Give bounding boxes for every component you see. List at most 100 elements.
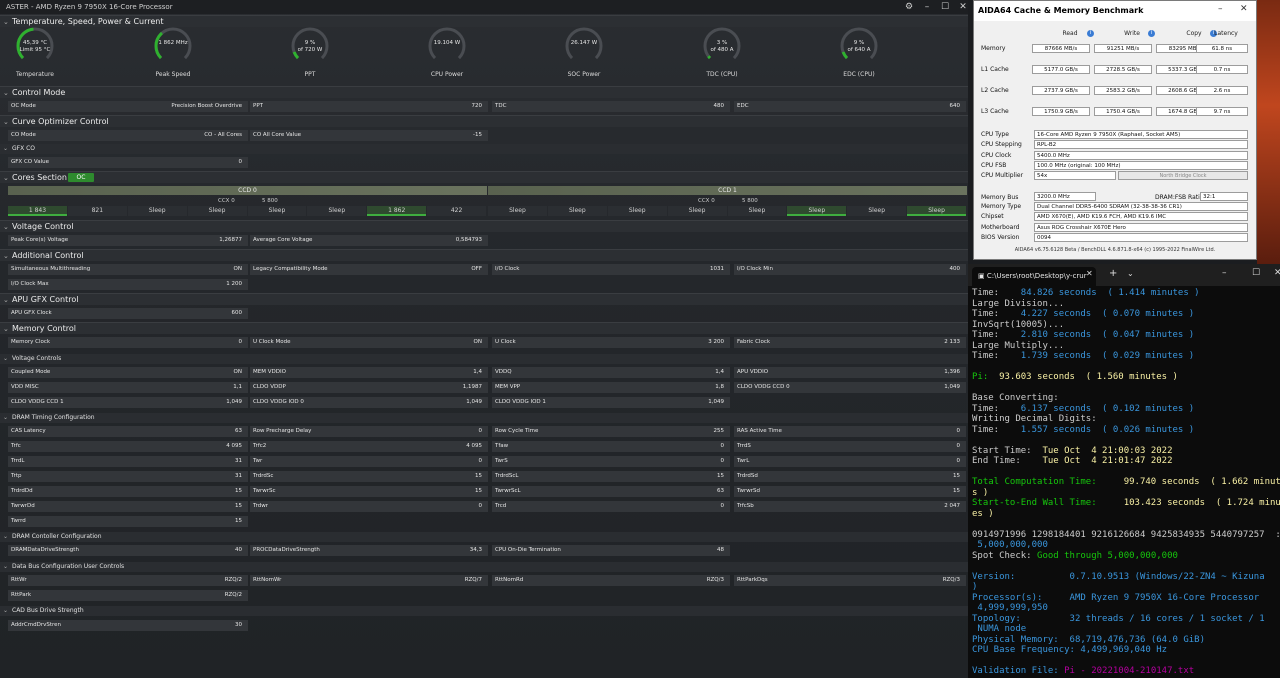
setting-cell[interactable]: RttNomRd RZQ/3 (492, 575, 730, 586)
terminal-tab[interactable]: ▣ C:\Users\root\Desktop\y-crur (972, 267, 1096, 286)
setting-cell[interactable]: Row Precharge Delay 0 (250, 426, 488, 437)
setting-value[interactable]: 2 133 (944, 337, 960, 348)
setting-cell[interactable]: TwrwrSc 15 (250, 486, 488, 497)
setting-value[interactable]: 15 (717, 471, 724, 482)
setting-cell[interactable]: RttNomWr RZQ/7 (250, 575, 488, 586)
setting-cell[interactable]: PROCDataDriveStrength 34,3 (250, 545, 488, 556)
setting-value[interactable]: 0 (721, 441, 725, 452)
setting-value[interactable]: 0 (721, 456, 725, 467)
setting-cell[interactable]: TDC 480 (492, 101, 730, 112)
setting-cell[interactable]: U Clock Mode ON (250, 337, 488, 348)
setting-value[interactable]: 15 (235, 501, 242, 512)
setting-cell[interactable]: Coupled Mode ON (8, 367, 248, 378)
setting-cell[interactable]: RttWr RZQ/2 (8, 575, 248, 586)
setting-value[interactable]: 600 (232, 308, 243, 319)
section-curve-optimizer[interactable]: ⌄ Curve Optimizer Control (0, 115, 968, 127)
setting-value[interactable]: ON (474, 337, 482, 348)
section-voltage-control[interactable]: ⌄ Voltage Control (0, 220, 968, 232)
setting-value[interactable]: 1,049 (466, 397, 482, 408)
setting-cell[interactable]: TrdrdScL 15 (492, 471, 730, 482)
setting-cell[interactable]: TrdrdSc 15 (250, 471, 488, 482)
setting-cell[interactable]: CPU On-Die Termination 48 (492, 545, 730, 556)
setting-cell[interactable]: Peak Core(s) Voltage 1,26877 (8, 235, 248, 246)
section-temperature[interactable]: ⌄ Temperature, Speed, Power & Current (0, 15, 968, 27)
close-button[interactable]: ✕ (1240, 4, 1248, 14)
setting-cell[interactable]: CLDO VDDP 1,1987 (250, 382, 488, 393)
setting-value[interactable]: -15 (473, 130, 482, 141)
setting-cell[interactable]: U Clock 3 200 (492, 337, 730, 348)
setting-cell[interactable]: TwrwrDd 15 (8, 501, 248, 512)
close-button[interactable]: ✕ (954, 0, 968, 14)
ccd-header[interactable]: CCD 0 (8, 186, 487, 195)
setting-cell[interactable]: RAS Active Time 0 (734, 426, 966, 437)
setting-cell[interactable]: RttParkDqs RZQ/3 (734, 575, 966, 586)
setting-value[interactable]: 0 (479, 501, 483, 512)
setting-value[interactable]: 15 (235, 516, 242, 527)
setting-cell[interactable]: Tfaw 0 (492, 441, 730, 452)
info-icon[interactable]: i (1148, 30, 1155, 37)
setting-value[interactable]: 1,049 (708, 397, 724, 408)
close-tab-icon[interactable]: ✕ (1086, 269, 1093, 278)
section-voltage-controls[interactable]: ⌄ Voltage Controls (0, 354, 968, 364)
maximize-button[interactable]: ☐ (1252, 268, 1260, 278)
info-icon[interactable]: i (1087, 30, 1094, 37)
setting-value[interactable]: 0 (957, 456, 961, 467)
setting-value[interactable]: 720 (472, 101, 483, 112)
setting-cell[interactable]: TrdrdSd 15 (734, 471, 966, 482)
section-dram-timing[interactable]: ⌄ DRAM Timing Configuration (0, 413, 968, 423)
setting-cell[interactable]: APU GFX Clock 600 (8, 308, 248, 319)
setting-value[interactable]: 0 (479, 456, 483, 467)
setting-cell[interactable]: Twrrd 15 (8, 516, 248, 527)
setting-value[interactable]: ON (234, 264, 242, 275)
setting-value[interactable]: RZQ/7 (465, 575, 482, 586)
setting-cell[interactable]: Trfc 4 095 (8, 441, 248, 452)
setting-value[interactable]: 1,049 (226, 397, 242, 408)
setting-cell[interactable]: CAS Latency 63 (8, 426, 248, 437)
setting-cell[interactable]: Legacy Compatibility Mode OFF (250, 264, 488, 275)
setting-value[interactable]: 63 (235, 426, 242, 437)
setting-value[interactable]: 15 (475, 486, 482, 497)
section-memory-control[interactable]: ⌄ Memory Control (0, 322, 968, 334)
setting-cell[interactable]: Trfc2 4 095 (250, 441, 488, 452)
setting-cell[interactable]: CLDO VDDG IOD 1 1,049 (492, 397, 730, 408)
setting-value[interactable]: 400 (950, 264, 961, 275)
section-dram-controller[interactable]: ⌄ DRAM Contoller Configuration (0, 532, 968, 542)
close-button[interactable]: ✕ (1274, 268, 1280, 278)
setting-value[interactable]: 255 (714, 426, 725, 437)
setting-cell[interactable]: CLDO VDDG CCD 1 1,049 (8, 397, 248, 408)
setting-cell[interactable]: Trcd 0 (492, 501, 730, 512)
setting-cell[interactable]: Trdwr 0 (250, 501, 488, 512)
setting-value[interactable]: 3 200 (708, 337, 724, 348)
setting-cell[interactable]: Fabric Clock 2 133 (734, 337, 966, 348)
setting-cell[interactable]: OC Mode Precision Boost Overdrive (8, 101, 248, 112)
setting-value[interactable]: 1,8 (715, 382, 724, 393)
setting-cell[interactable]: PPT 720 (250, 101, 488, 112)
setting-cell[interactable]: TwrwrScL 63 (492, 486, 730, 497)
section-apu-gfx[interactable]: ⌄ APU GFX Control (0, 293, 968, 305)
setting-cell[interactable]: TrfcSb 2 047 (734, 501, 966, 512)
setting-cell[interactable]: DRAMDataDriveStrength 40 (8, 545, 248, 556)
setting-cell[interactable]: I/O Clock 1031 (492, 264, 730, 275)
setting-value[interactable]: 1 200 (226, 279, 242, 290)
setting-value[interactable]: 1,26877 (219, 235, 242, 246)
setting-value[interactable]: RZQ/2 (225, 575, 242, 586)
new-tab-button[interactable]: + (1109, 268, 1117, 279)
setting-value[interactable]: 15 (475, 471, 482, 482)
setting-cell[interactable]: TrdrdDd 15 (8, 486, 248, 497)
setting-value[interactable]: 4 095 (466, 441, 482, 452)
settings-icon[interactable]: ⚙ (900, 0, 918, 14)
setting-value[interactable]: 1,1 (233, 382, 242, 393)
setting-cell[interactable]: I/O Clock Max 1 200 (8, 279, 248, 290)
setting-cell[interactable]: TrrdL 31 (8, 456, 248, 467)
setting-value[interactable]: 0 (957, 426, 961, 437)
setting-cell[interactable]: GFX CO Value 0 (8, 157, 248, 168)
section-gfx-co[interactable]: ⌄ GFX CO (0, 144, 968, 154)
setting-value[interactable]: 15 (953, 486, 960, 497)
setting-value[interactable]: ON (234, 367, 242, 378)
setting-cell[interactable]: Trtp 31 (8, 471, 248, 482)
section-cores[interactable]: ⌄ Cores Section (0, 171, 968, 183)
setting-cell[interactable]: AddrCmdDrvStren 30 (8, 620, 248, 631)
setting-value[interactable]: 63 (717, 486, 724, 497)
minimize-button[interactable]: – (1222, 268, 1227, 278)
setting-cell[interactable]: VDD MISC 1,1 (8, 382, 248, 393)
